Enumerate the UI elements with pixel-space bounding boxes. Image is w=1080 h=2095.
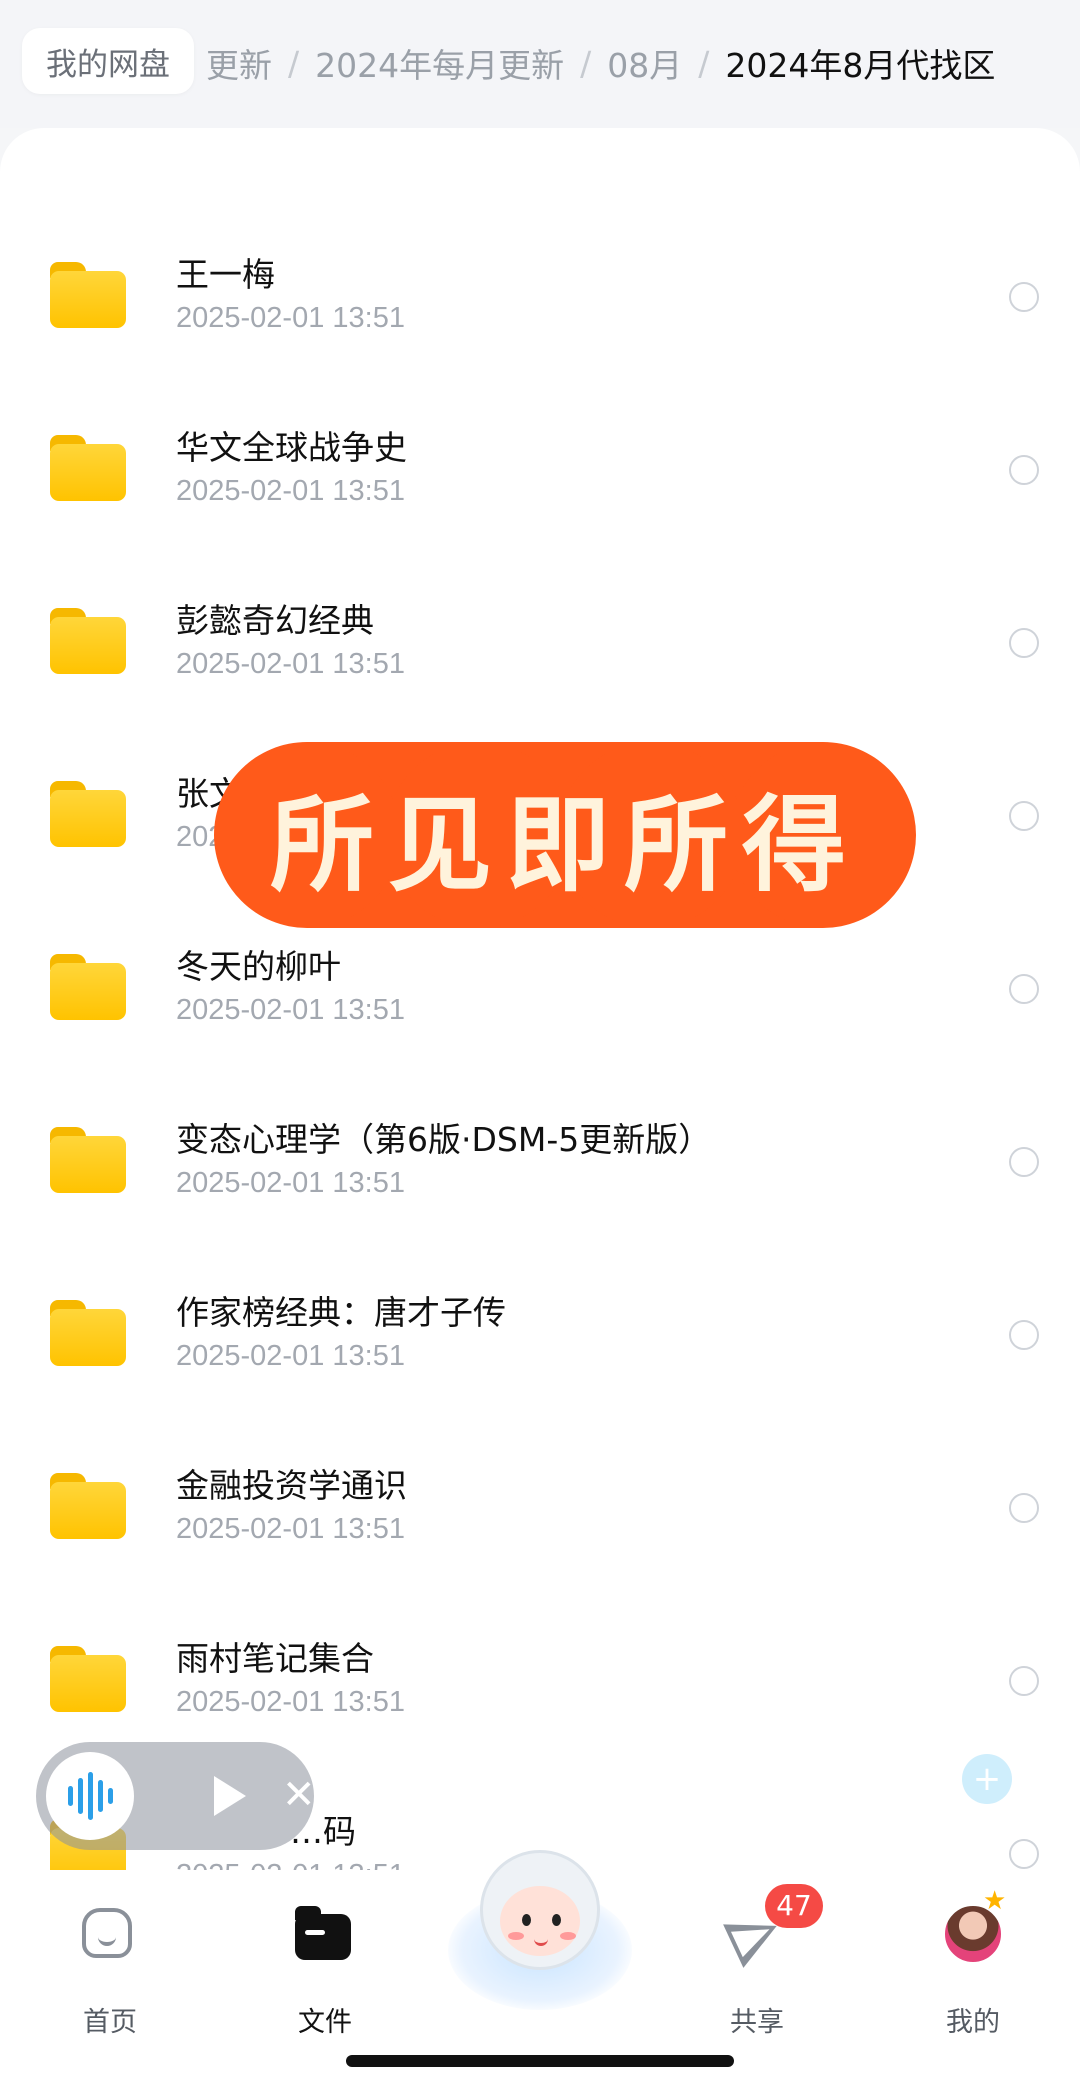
file-date: 2025-02-01 13:51 [176, 302, 405, 334]
breadcrumb: 更新 / 2024年每月更新 / 08月 / 2024年8月代找区 [206, 36, 1060, 90]
folder-icon [50, 262, 126, 328]
breadcrumb-item[interactable]: 2024年每月更新 [315, 39, 564, 87]
file-list: 王一梅 2025-02-01 13:51 华文全球战争史 2025-02-01 … [0, 128, 1080, 1870]
breadcrumb-separator: / [580, 43, 592, 83]
folder-icon [295, 1906, 351, 1960]
home-icon [82, 1908, 132, 1958]
home-indicator [346, 2055, 734, 2067]
file-date: 2025-02-01 13:51 [176, 1859, 405, 1870]
promo-banner: 所见即所得 [214, 742, 916, 928]
select-radio[interactable] [1009, 974, 1039, 1004]
file-name: 华文全球战争史 [176, 428, 407, 467]
add-button[interactable]: + [962, 1754, 1012, 1804]
select-radio[interactable] [1009, 1147, 1039, 1177]
breadcrumb-root[interactable]: 我的网盘 [22, 28, 194, 94]
breadcrumb-separator: / [288, 43, 300, 83]
file-name: 雨村笔记集合 [176, 1639, 374, 1678]
select-radio[interactable] [1009, 801, 1039, 831]
list-item[interactable]: 彭懿奇幻经典 2025-02-01 13:51 [0, 558, 1080, 731]
list-item[interactable]: 冬天的柳叶 2025-02-01 13:51 [0, 904, 1080, 1077]
folder-icon [50, 435, 126, 501]
nav-label: 共享 [730, 2007, 784, 2038]
select-radio[interactable] [1009, 455, 1039, 485]
list-item[interactable]: 王一梅 2025-02-01 13:51 [0, 212, 1080, 385]
folder-icon [50, 1473, 126, 1539]
star-icon: ★ [983, 1886, 1007, 1916]
folder-icon [50, 1127, 126, 1193]
file-date: 2025-02-01 13:51 [176, 994, 405, 1026]
folder-icon [50, 954, 126, 1020]
file-date: 2025-02-01 13:51 [176, 648, 405, 680]
file-date: 2025-02-01 13:51 [176, 1167, 405, 1199]
promo-banner-text: 所见即所得 [269, 782, 860, 906]
breadcrumb-item[interactable]: 更新 [206, 39, 272, 87]
breadcrumb-bar: 我的网盘 更新 / 2024年每月更新 / 08月 / 2024年8月代找区 [0, 0, 1080, 128]
file-name: 金融投资学通识 [176, 1466, 407, 1505]
select-radio[interactable] [1009, 1493, 1039, 1523]
select-radio[interactable] [1009, 1666, 1039, 1696]
list-item[interactable]: 金融投资学通识 2025-02-01 13:51 [0, 1423, 1080, 1596]
list-item[interactable]: 作家榜经典：唐才子传 2025-02-01 13:51 [0, 1250, 1080, 1423]
file-name: 变态心理学（第6版·DSM-5更新版） [176, 1120, 712, 1159]
audio-player[interactable]: ✕ [36, 1742, 316, 1850]
list-item[interactable]: 华文全球战争史 2025-02-01 13:51 [0, 385, 1080, 558]
file-name: 王一梅 [176, 255, 275, 294]
nav-label: 首页 [83, 2007, 137, 2038]
file-name: 作家榜经典：唐才子传 [176, 1293, 506, 1332]
mascot-icon[interactable] [448, 1850, 632, 2010]
nav-label: 我的 [946, 2007, 1000, 2038]
select-radio[interactable] [1009, 282, 1039, 312]
folder-icon [50, 608, 126, 674]
folder-icon [50, 1646, 126, 1712]
breadcrumb-separator: / [698, 43, 710, 83]
select-radio[interactable] [1009, 1320, 1039, 1350]
notification-badge: 47 [765, 1884, 823, 1928]
breadcrumb-item[interactable]: 08月 [607, 39, 682, 87]
play-icon[interactable] [214, 1776, 246, 1816]
nav-label: 文件 [298, 2007, 352, 2038]
file-date: 2025-02-01 13:51 [176, 1686, 405, 1718]
breadcrumb-current: 2024年8月代找区 [725, 46, 996, 85]
list-item[interactable]: 变态心理学（第6版·DSM-5更新版） 2025-02-01 13:51 [0, 1077, 1080, 1250]
select-radio[interactable] [1009, 628, 1039, 658]
file-date: 2025-02-01 13:51 [176, 475, 405, 507]
file-date: 2025-02-01 13:51 [176, 1340, 405, 1372]
file-name: 冬天的柳叶 [176, 947, 341, 986]
folder-icon [50, 1300, 126, 1366]
file-name: 彭懿奇幻经典 [176, 601, 374, 640]
file-date: 2025-02-01 13:51 [176, 1513, 405, 1545]
select-radio[interactable] [1009, 1839, 1039, 1869]
close-icon[interactable]: ✕ [282, 1770, 316, 1820]
folder-icon [50, 781, 126, 847]
audio-wave-icon[interactable] [46, 1752, 134, 1840]
